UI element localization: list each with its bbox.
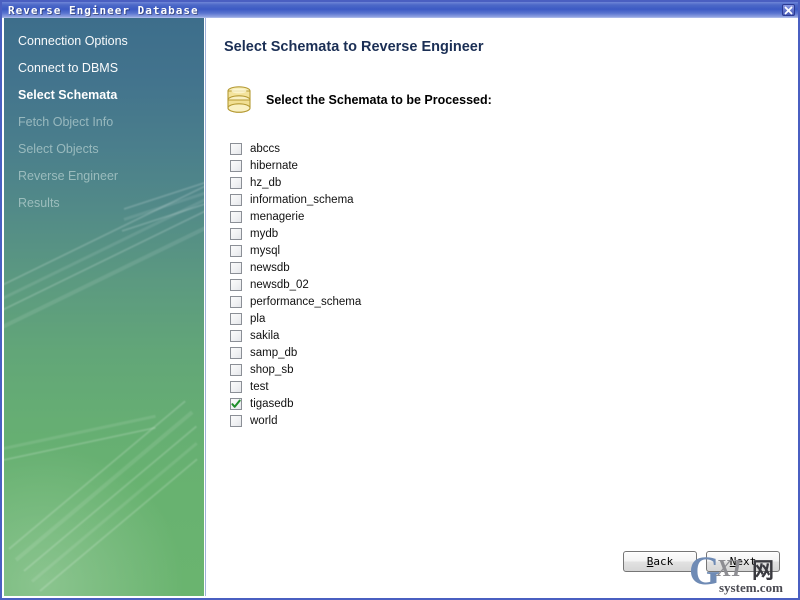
next-button-label: ext (736, 555, 757, 568)
sidebar-item-label: Select Objects (18, 142, 99, 156)
sidebar-item-label: Fetch Object Info (18, 115, 114, 129)
sidebar-streak (39, 458, 198, 592)
sidebar-item-label: Results (18, 196, 60, 210)
list-item[interactable]: sakila (230, 327, 560, 344)
sidebar-item-label: Select Schemata (18, 88, 118, 102)
list-item[interactable]: performance_schema (230, 293, 560, 310)
checkbox-unchecked-icon[interactable] (230, 159, 242, 172)
main-panel: Select Schemata to Reverse Engineer Sele… (205, 18, 798, 596)
title-bar[interactable]: Reverse Engineer Database (2, 2, 798, 18)
schema-name: performance_schema (250, 295, 362, 308)
section-header: Select the Schemata to be Processed: (224, 84, 492, 116)
page-title: Select Schemata to Reverse Engineer (224, 39, 484, 55)
checkbox-unchecked-icon[interactable] (230, 380, 242, 393)
checkbox-checked-icon[interactable] (230, 397, 242, 410)
sidebar-streak (8, 400, 186, 550)
next-button-mnemonic: N (729, 555, 737, 568)
checkbox-unchecked-icon[interactable] (230, 329, 242, 342)
schema-name: hz_db (250, 176, 282, 189)
checkbox-unchecked-icon[interactable] (230, 414, 242, 427)
close-icon[interactable] (782, 4, 795, 16)
schema-checkbox-list: abccs hibernate hz_db information_schema… (230, 140, 560, 429)
sidebar-streak (31, 442, 198, 583)
schema-name: information_schema (250, 193, 354, 206)
back-button-mnemonic: B (646, 555, 654, 568)
list-item[interactable]: menagerie (230, 208, 560, 225)
schema-name: abccs (250, 142, 281, 155)
list-item[interactable]: information_schema (230, 191, 560, 208)
window-title: Reverse Engineer Database (8, 3, 199, 17)
sidebar-item-reverse-engineer[interactable]: Reverse Engineer (4, 163, 204, 190)
list-item[interactable]: tigasedb (230, 395, 560, 412)
schema-name: test (250, 380, 269, 393)
dialog-window: Reverse Engineer Database Connection Opt… (0, 0, 800, 600)
list-item[interactable]: test (230, 378, 560, 395)
checkbox-unchecked-icon[interactable] (230, 210, 242, 223)
schema-name: world (250, 414, 278, 427)
sidebar-item-select-objects[interactable]: Select Objects (4, 136, 204, 163)
schema-name: pla (250, 312, 266, 325)
schema-name: menagerie (250, 210, 305, 223)
schema-name: samp_db (250, 346, 298, 359)
schema-name: newsdb (250, 261, 290, 274)
list-item[interactable]: pla (230, 310, 560, 327)
checkbox-unchecked-icon[interactable] (230, 295, 242, 308)
section-label: Select the Schemata to be Processed: (266, 93, 492, 107)
sidebar-streak (23, 425, 198, 572)
sidebar-item-label: Connect to DBMS (18, 61, 119, 75)
back-button[interactable]: Back (623, 551, 697, 572)
list-item[interactable]: hibernate (230, 157, 560, 174)
checkbox-unchecked-icon[interactable] (230, 176, 242, 189)
schema-name: hibernate (250, 159, 298, 172)
next-button[interactable]: Next (706, 551, 780, 572)
sidebar-streak (14, 410, 194, 562)
list-item[interactable]: abccs (230, 140, 560, 157)
checkbox-unchecked-icon[interactable] (230, 363, 242, 376)
back-button-label: ack (653, 555, 674, 568)
checkbox-unchecked-icon[interactable] (230, 261, 242, 274)
button-bar: Back Next (623, 551, 780, 572)
checkbox-unchecked-icon[interactable] (230, 244, 242, 257)
list-item[interactable]: world (230, 412, 560, 429)
sidebar-streak (4, 224, 204, 338)
sidebar-glow (4, 426, 204, 596)
database-icon (227, 86, 251, 113)
sidebar-item-connect-to-dbms[interactable]: Connect to DBMS (4, 55, 204, 82)
list-item[interactable]: hz_db (230, 174, 560, 191)
sidebar-item-connection-options[interactable]: Connection Options (4, 28, 204, 55)
checkbox-unchecked-icon[interactable] (230, 278, 242, 291)
list-item[interactable]: newsdb (230, 259, 560, 276)
wizard-sidebar: Connection Options Connect to DBMS Selec… (4, 18, 204, 596)
list-item[interactable]: mysql (230, 242, 560, 259)
schema-name: mysql (250, 244, 281, 257)
list-item[interactable]: mydb (230, 225, 560, 242)
sidebar-item-fetch-object-info[interactable]: Fetch Object Info (4, 109, 204, 136)
sidebar-item-results[interactable]: Results (4, 190, 204, 217)
list-item[interactable]: samp_db (230, 344, 560, 361)
checkbox-unchecked-icon[interactable] (230, 142, 242, 155)
schema-name: newsdb_02 (250, 278, 309, 291)
sidebar-streak (4, 208, 204, 320)
schema-name: tigasedb (250, 397, 294, 410)
sidebar-streak (4, 414, 156, 451)
checkbox-unchecked-icon[interactable] (230, 193, 242, 206)
list-item[interactable]: shop_sb (230, 361, 560, 378)
checkbox-unchecked-icon[interactable] (230, 346, 242, 359)
sidebar-item-select-schemata[interactable]: Select Schemata (4, 82, 204, 109)
schema-name: shop_sb (250, 363, 294, 376)
schema-name: mydb (250, 227, 279, 240)
sidebar-item-label: Reverse Engineer (18, 169, 119, 183)
sidebar-streak (4, 426, 156, 462)
list-item[interactable]: newsdb_02 (230, 276, 560, 293)
checkbox-unchecked-icon[interactable] (230, 312, 242, 325)
schema-name: sakila (250, 329, 280, 342)
sidebar-item-label: Connection Options (18, 34, 128, 48)
wizard-step-list: Connection Options Connect to DBMS Selec… (4, 18, 204, 217)
checkbox-unchecked-icon[interactable] (230, 227, 242, 240)
